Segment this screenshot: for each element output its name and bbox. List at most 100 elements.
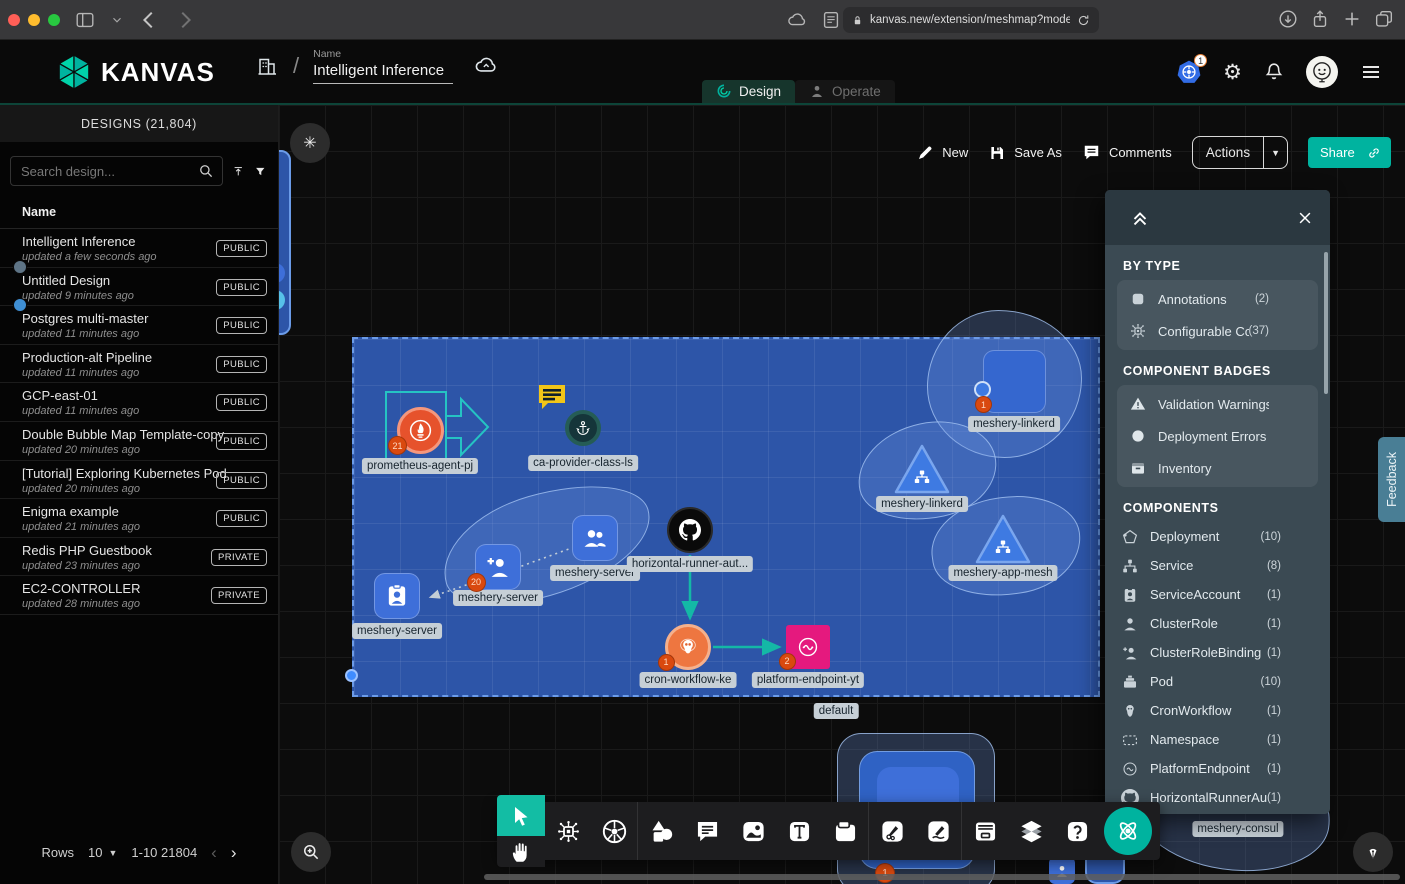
collapse-panel-icon[interactable] [1129,207,1151,229]
design-list-item[interactable]: Double Bubble Map Template-copy updated … [0,422,278,461]
panel-row-service[interactable]: Service (8) [1105,551,1330,580]
downloads-icon[interactable] [1277,8,1299,30]
layers-button[interactable] [1008,802,1054,860]
kanvas-logo[interactable]: KANVAS [56,54,215,90]
image-tool-button[interactable] [730,802,776,860]
menu-hamburger-icon[interactable] [1359,60,1383,84]
edge-pen-tool-button[interactable] [869,802,915,860]
comments-button[interactable]: Comments [1082,143,1172,162]
refresh-icon[interactable] [1076,13,1091,28]
history-drawer-button[interactable] [962,802,1008,860]
address-bar[interactable]: kanvas.new/extension/meshmap?mode=design… [843,7,1099,33]
pan-tool-button[interactable] [508,839,534,865]
node-horizontal-runner[interactable] [667,507,713,553]
panel-row-inventory[interactable]: Inventory [1117,452,1318,484]
tab-overview-icon[interactable] [1373,8,1395,30]
visibility-eye-icon[interactable] [1279,322,1297,340]
settings-gear-icon[interactable]: ⚙ [1223,60,1242,85]
design-list-item[interactable]: Enigma example updated 21 minutes ago PU… [0,499,278,538]
panel-row-platformendpoint[interactable]: PlatformEndpoint (1) [1105,754,1330,783]
actions-caret[interactable]: ▼ [1263,137,1287,168]
comment-tool-button[interactable] [684,802,730,860]
design-list-item[interactable]: Intelligent Inference updated a few seco… [0,229,278,268]
new-tab-icon[interactable] [1341,8,1363,30]
kubernetes-context-button[interactable]: 1 [1176,59,1202,85]
design-list-item[interactable]: [Tutorial] Exploring Kubernetes Pod upda… [0,461,278,500]
visibility-eye-icon[interactable] [1291,586,1309,604]
new-button[interactable]: New [916,144,968,162]
pen-mode-button[interactable] [1353,832,1393,872]
panel-scrollbar[interactable] [1324,252,1328,394]
text-tool-button[interactable] [776,802,822,860]
search-design-input[interactable] [10,156,223,186]
panel-row-deployment-errors[interactable]: Deployment Errors [1117,420,1318,452]
panel-row-deployment[interactable]: Deployment (10) [1105,522,1330,551]
node-ca-provider-class[interactable] [565,410,601,446]
panel-row-configurable-components[interactable]: Configurable Components (37) [1117,315,1318,347]
visibility-eye-icon[interactable] [1291,702,1309,720]
freehand-tool-button[interactable] [915,802,961,860]
note-tool-button[interactable] [822,802,868,860]
import-design-icon[interactable] [232,161,245,182]
visibility-eye-icon[interactable] [1291,615,1309,633]
visibility-eye-icon[interactable] [1291,789,1309,807]
panel-row-annotations[interactable]: Annotations (2) [1117,283,1318,315]
panel-row-serviceaccount[interactable]: ServiceAccount (1) [1105,580,1330,609]
organization-icon[interactable] [255,54,279,78]
minimize-window-button[interactable] [28,14,40,26]
meshery-button[interactable] [1104,807,1152,855]
icloud-icon[interactable] [786,9,808,31]
feedback-tab[interactable]: Feedback [1378,437,1405,522]
next-page-button[interactable]: › [231,844,237,861]
filter-icon[interactable] [254,161,267,182]
visibility-eye-icon[interactable] [1279,427,1297,445]
component-tool-button[interactable] [545,802,591,860]
select-tool-button[interactable] [497,795,545,836]
actions-split-button[interactable]: Actions ▼ [1192,136,1288,169]
back-icon[interactable] [138,9,160,31]
design-list-item[interactable]: EC2-CONTROLLER updated 28 minutes ago PR… [0,576,278,615]
save-as-button[interactable]: Save As [988,144,1062,162]
node-meshery-server-serviceaccount[interactable] [374,573,420,619]
browser-sidebar-icon[interactable] [74,9,96,31]
region-resize-handle[interactable] [345,669,358,682]
canvas-horizontal-scrollbar[interactable] [484,874,1400,880]
column-header-name[interactable]: Name [0,196,278,229]
panel-row-clusterrolebinding[interactable]: ClusterRoleBinding (1) [1105,638,1330,667]
kubernetes-tool-button[interactable] [591,802,637,860]
share-button[interactable]: Share [1308,137,1391,168]
design-list-item[interactable]: Untitled Design updated 9 minutes ago PU… [0,268,278,307]
panel-row-cronworkflow[interactable]: CronWorkflow (1) [1105,696,1330,725]
tab-design[interactable]: Design [702,80,795,103]
help-button[interactable] [1054,802,1100,860]
design-list-item[interactable]: Production-alt Pipeline updated 11 minut… [0,345,278,384]
visibility-eye-icon[interactable] [1279,395,1297,413]
node-meshery-linkerd-service[interactable] [893,443,951,495]
rows-per-page-select[interactable]: 10 ▼ [88,845,117,860]
search-input[interactable] [21,164,197,179]
comment-annotation-icon[interactable] [537,383,567,410]
close-panel-icon[interactable] [1296,209,1314,227]
node-meshery-server-clusterrole[interactable] [572,515,618,561]
close-window-button[interactable] [8,14,20,26]
visibility-eye-icon[interactable] [1291,673,1309,691]
reader-icon[interactable] [820,9,842,31]
node-meshery-app-mesh[interactable] [974,513,1032,565]
forward-icon[interactable] [174,9,196,31]
panel-row-pod[interactable]: Pod (10) [1105,667,1330,696]
chevron-down-icon[interactable] [110,9,124,31]
design-list-item[interactable]: GCP-east-01 updated 11 minutes ago PUBLI… [0,383,278,422]
visibility-eye-icon[interactable] [1291,557,1309,575]
share-page-icon[interactable] [1309,8,1331,30]
panel-row-validation-warnings[interactable]: Validation Warnings [1117,388,1318,420]
notifications-bell-icon[interactable] [1263,61,1285,83]
zoom-window-button[interactable] [48,14,60,26]
design-list-item[interactable]: Postgres multi-master updated 11 minutes… [0,306,278,345]
visibility-eye-icon[interactable] [1279,290,1297,308]
zoom-button[interactable] [291,832,331,872]
visibility-eye-icon[interactable] [1291,528,1309,546]
visibility-eye-icon[interactable] [1291,760,1309,778]
recenter-button[interactable]: ✳ [290,123,330,163]
design-list-item[interactable]: Redis PHP Guestbook updated 23 minutes a… [0,538,278,577]
visibility-eye-icon[interactable] [1291,731,1309,749]
